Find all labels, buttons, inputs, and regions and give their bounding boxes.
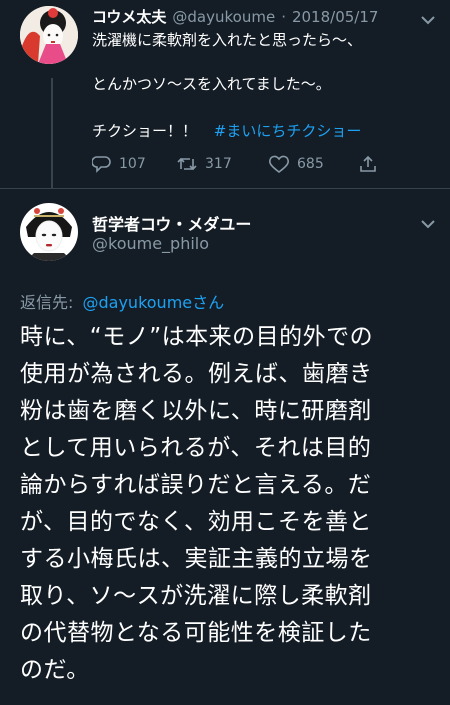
avatar[interactable]: [20, 203, 78, 261]
like-count: 685: [297, 156, 324, 172]
reply-icon: [92, 156, 111, 173]
reply-to-line: 返信先: @dayukoumeさん: [20, 289, 224, 313]
display-name[interactable]: 哲学者コウ・メダユー: [92, 211, 251, 235]
reply-to-handle[interactable]: @dayukoume: [83, 293, 193, 312]
reply-count: 107: [119, 156, 146, 172]
retweet-count: 317: [205, 156, 232, 172]
more-options-button[interactable]: [418, 10, 438, 34]
tweet-text-line: 洗濯機に柔軟剤を入れたと思ったら〜、: [92, 31, 363, 49]
tweet-text-line: とんかつソ〜スを入れてました〜。: [92, 75, 331, 93]
tweet-divider: [0, 188, 450, 189]
share-button[interactable]: [358, 154, 378, 174]
tweet-body-line: の代替物となる可能性を検証した: [20, 620, 372, 646]
avatar[interactable]: [20, 6, 78, 64]
tweet-body: 時に、“モノ”は本来の目的外での 使用が為される。例えば、歯磨き 粉は歯を磨く以…: [20, 319, 445, 689]
tweet-body-line: が、目的でなく、効用こそを善と: [20, 509, 373, 535]
user-handle[interactable]: @dayukoume: [172, 8, 275, 26]
hashtag-link[interactable]: #まいにちチクショー: [214, 122, 362, 140]
reply-to-suffix: さん: [192, 293, 225, 312]
retweet-button[interactable]: 317: [176, 154, 232, 174]
chevron-down-icon: [421, 220, 435, 229]
tweet-body-line: する小梅氏は、実証主義的立場を: [20, 546, 373, 572]
chevron-down-icon: [421, 16, 435, 25]
like-button[interactable]: 685: [268, 154, 324, 174]
reply-to-label: 返信先:: [20, 293, 74, 312]
tweet-body-line: 使用が為される。例えば、歯磨き: [20, 361, 373, 387]
tweet-body-line: 取り、ソ〜スが洗濯に際し柔軟剤: [20, 583, 372, 609]
tweet-header: コウメ太夫 @dayukoume · 2018/05/17: [92, 6, 378, 27]
thread-line: [51, 78, 53, 188]
tweet-text-line: チクショー！！ #まいにちチクショー: [92, 121, 361, 141]
share-icon: [360, 155, 376, 172]
tweet-body-line: 論からすれば誤りだと言える。だ: [20, 472, 372, 498]
tweet-date[interactable]: 2018/05/17: [292, 8, 378, 26]
reply-button[interactable]: 107: [92, 154, 146, 174]
user-handle[interactable]: @koume_philo: [92, 234, 209, 253]
more-options-button[interactable]: [418, 214, 438, 238]
date-separator: ·: [281, 8, 286, 26]
retweet-icon: [177, 157, 197, 171]
display-name[interactable]: コウメ太夫: [92, 6, 166, 27]
tweet-body-line: のだ。: [20, 657, 90, 683]
tweet-body-line: 時に、“モノ”は本来の目的外での: [20, 324, 374, 350]
tweet-body-line: 粉は歯を磨く以外に、時に研磨剤: [20, 398, 372, 424]
heart-icon: [268, 155, 290, 174]
tweet-text-exclaim: チクショー！！: [92, 122, 198, 140]
tweet-body-line: として用いられるが、それは目的: [20, 435, 372, 461]
